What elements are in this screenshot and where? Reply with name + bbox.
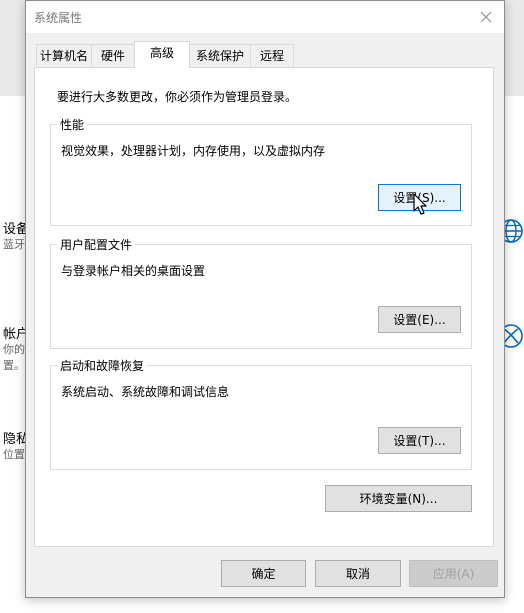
startup-recovery-description: 系统启动、系统故障和调试信息	[61, 385, 230, 399]
user-profiles-group: 用户配置文件 与登录帐户相关的桌面设置 设置(E)...	[50, 236, 472, 349]
tab-computer-name[interactable]: 计算机名	[36, 44, 92, 66]
tab-remote[interactable]: 远程	[250, 44, 294, 66]
user-profiles-settings-button[interactable]: 设置(E)...	[378, 306, 461, 333]
user-profiles-group-title: 用户配置文件	[57, 236, 136, 253]
performance-group: 性能 视觉效果，处理器计划，内存使用，以及虚拟内存 设置(S)...	[50, 116, 472, 226]
tab-system-protection[interactable]: 系统保护	[189, 44, 251, 66]
dialog-titlebar[interactable]: 系统属性	[26, 1, 504, 33]
apply-button[interactable]: 应用(A)	[409, 560, 498, 587]
mouse-cursor-icon	[413, 193, 429, 217]
user-profiles-description: 与登录帐户相关的桌面设置	[61, 264, 206, 278]
admin-notice: 要进行大多数更改，你必须作为管理员登录。	[57, 90, 298, 104]
startup-recovery-group-title: 启动和故障恢复	[57, 357, 148, 374]
startup-recovery-group: 启动和故障恢复 系统启动、系统故障和调试信息 设置(T)...	[50, 357, 472, 470]
dialog-title: 系统属性	[34, 11, 83, 25]
performance-description: 视觉效果，处理器计划，内存使用，以及虚拟内存	[61, 144, 326, 158]
startup-recovery-settings-button[interactable]: 设置(T)...	[378, 427, 461, 454]
system-properties-dialog: 系统属性 计算机名 硬件 高级 系统保护 远程 要进行大多数更改，你必须作为管理…	[25, 0, 505, 598]
close-button[interactable]	[468, 1, 504, 33]
cancel-button[interactable]: 取消	[315, 560, 401, 587]
tab-advanced[interactable]: 高级	[134, 41, 190, 68]
tab-hardware[interactable]: 硬件	[91, 44, 135, 66]
close-icon	[480, 11, 492, 23]
performance-group-title: 性能	[57, 116, 88, 133]
environment-variables-button[interactable]: 环境变量(N)...	[325, 485, 472, 512]
ok-button[interactable]: 确定	[221, 560, 306, 587]
advanced-tab-panel: 要进行大多数更改，你必须作为管理员登录。 性能 视觉效果，处理器计划，内存使用，…	[34, 67, 494, 547]
